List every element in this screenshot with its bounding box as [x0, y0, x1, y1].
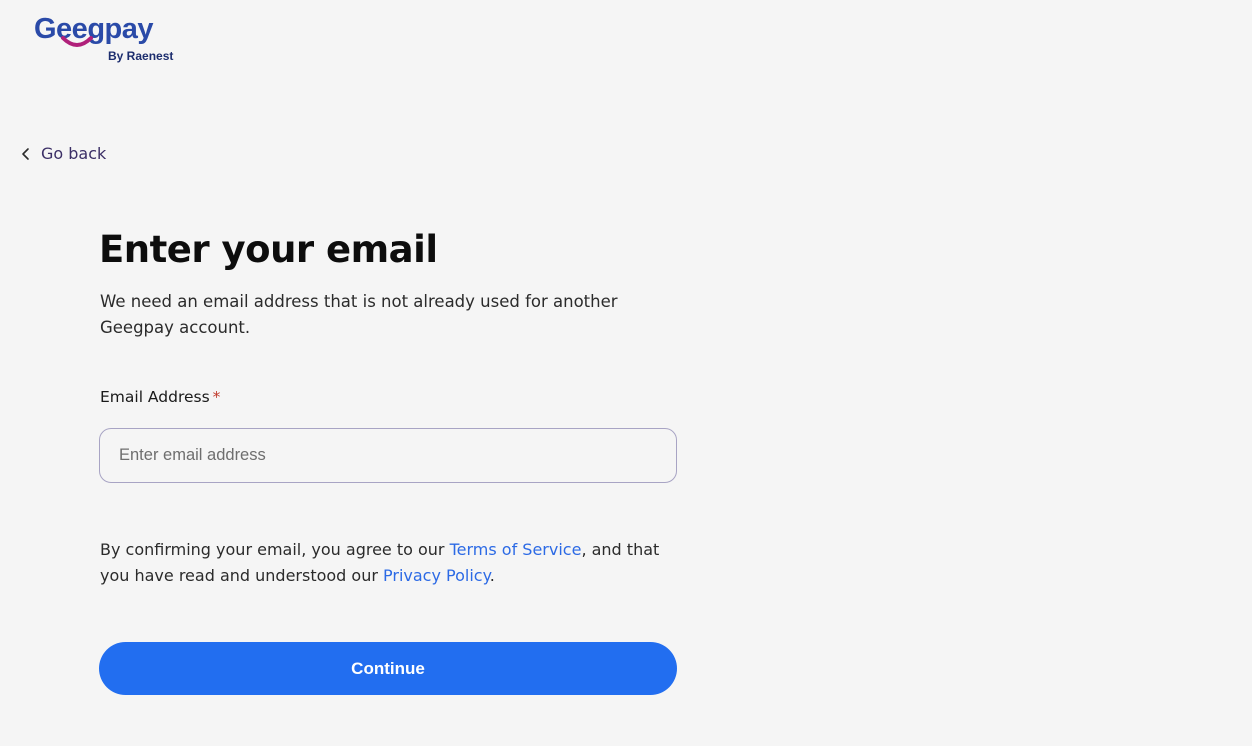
- email-label: Email Address *: [100, 386, 220, 408]
- brand-logo: Geegpay By Raenest: [34, 12, 184, 68]
- legal-text-part3: .: [489, 566, 495, 585]
- continue-button[interactable]: Continue: [99, 642, 677, 695]
- email-input[interactable]: [99, 428, 677, 483]
- email-label-text: Email Address: [100, 388, 210, 406]
- privacy-policy-link[interactable]: Privacy Policy: [383, 566, 490, 585]
- chevron-left-icon: [22, 148, 29, 160]
- brand-tagline: By Raenest: [108, 49, 174, 63]
- go-back-label: Go back: [41, 144, 107, 163]
- page-subtitle: We need an email address that is not alr…: [100, 292, 618, 337]
- signup-email-page: Geegpay By Raenest Go back Enter your em…: [0, 0, 1252, 746]
- terms-of-service-link[interactable]: Terms of Service: [450, 540, 582, 559]
- smile-icon: [61, 36, 93, 47]
- legal-text: By confirming your email, you agree to o…: [100, 537, 690, 589]
- go-back-link[interactable]: Go back: [20, 143, 106, 165]
- page-title: Enter your email: [99, 228, 438, 271]
- required-mark: *: [212, 388, 221, 406]
- legal-text-part1: By confirming your email, you agree to o…: [100, 540, 450, 559]
